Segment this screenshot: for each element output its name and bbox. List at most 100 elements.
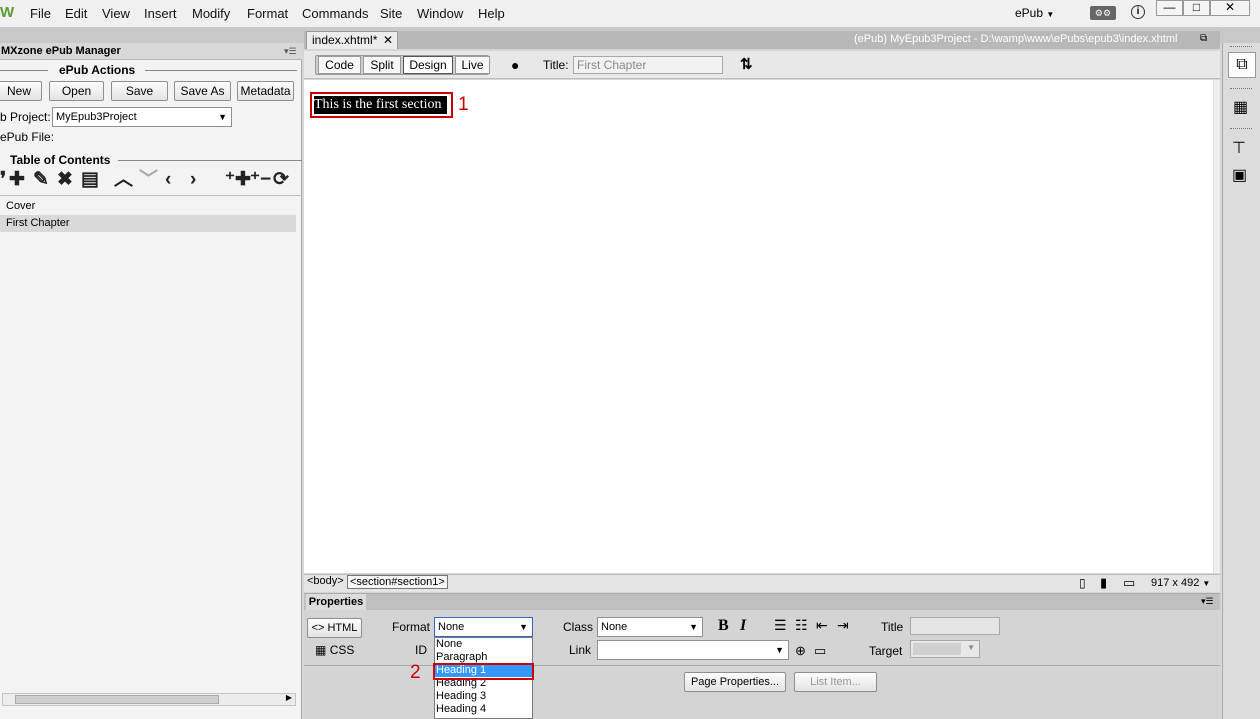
- info-icon[interactable]: i: [1131, 5, 1145, 19]
- save-button[interactable]: Save: [111, 81, 168, 101]
- mobile-size-icon[interactable]: ▯: [1079, 576, 1086, 590]
- minimize-button[interactable]: —: [1156, 0, 1183, 16]
- menu-commands[interactable]: Commands: [302, 6, 368, 21]
- format-option-heading-4[interactable]: Heading 4: [435, 703, 532, 716]
- list-item-button[interactable]: List Item...: [794, 672, 877, 692]
- menu-window[interactable]: Window: [417, 6, 463, 21]
- horizontal-scrollbar[interactable]: ▶: [2, 693, 296, 706]
- design-view-button[interactable]: Design: [403, 56, 453, 74]
- open-button[interactable]: Open: [49, 81, 104, 101]
- assets-briefcase-icon[interactable]: ▣: [1232, 165, 1247, 185]
- italic-button[interactable]: I: [740, 617, 746, 635]
- menu-view[interactable]: View: [102, 6, 130, 21]
- menu-modify[interactable]: Modify: [192, 6, 230, 21]
- tablet-size-icon[interactable]: ▮: [1100, 575, 1107, 591]
- annotation-box-2: [433, 663, 534, 680]
- files-tree-icon[interactable]: ⊤: [1232, 138, 1246, 158]
- remove-icon[interactable]: ⁺−: [250, 170, 271, 190]
- scrollbar-thumb[interactable]: [15, 695, 219, 704]
- split-view-button[interactable]: Split: [363, 56, 401, 74]
- selected-section-text[interactable]: This is the first section: [314, 96, 447, 114]
- title-prop-label: Title: [881, 620, 904, 634]
- refresh-icon[interactable]: ⟳: [273, 170, 289, 190]
- workspace-switcher[interactable]: ePub ▼: [1015, 6, 1054, 20]
- project-select[interactable]: MyEpub3Project ▼: [52, 107, 232, 127]
- css-mode-button[interactable]: ▦ CSS: [315, 643, 354, 657]
- unordered-list-icon[interactable]: ☰: [774, 617, 787, 634]
- folder-icon[interactable]: ▭: [814, 643, 826, 659]
- code-view-button[interactable]: Code: [318, 56, 361, 74]
- bold-button[interactable]: B: [718, 617, 729, 635]
- tab-index-xhtml[interactable]: index.xhtml* ✕: [306, 31, 398, 49]
- epub-manager-panel: [0, 43, 302, 719]
- code-icon: <>: [311, 622, 325, 634]
- ordered-list-icon[interactable]: ☷: [795, 617, 808, 634]
- restore-doc-icon[interactable]: ⧉: [1200, 33, 1207, 44]
- chevron-left-icon[interactable]: ‹: [165, 170, 171, 190]
- menu-insert[interactable]: Insert: [144, 6, 177, 21]
- html-mode-button[interactable]: <> HTML: [307, 618, 362, 638]
- chevron-down-icon: ▼: [1046, 10, 1055, 19]
- link-input[interactable]: ▼: [597, 640, 789, 660]
- target-label: Target: [869, 644, 903, 658]
- annotation-number-2: 2: [410, 662, 421, 683]
- title-input[interactable]: First Chapter: [573, 56, 723, 74]
- menu-format[interactable]: Format: [247, 6, 288, 21]
- annotation-number-1: 1: [458, 94, 469, 115]
- add-child-icon[interactable]: ⁺✚: [225, 170, 251, 190]
- sync-settings-icon[interactable]: ⚙⚙: [1090, 6, 1116, 20]
- window-size-text: 917 x 492: [1151, 577, 1200, 589]
- live-view-button[interactable]: Live: [455, 56, 490, 74]
- class-label: Class: [563, 620, 594, 634]
- toc-item-first-chapter[interactable]: First Chapter: [0, 215, 296, 232]
- menu-file[interactable]: File: [30, 6, 51, 21]
- chevron-down-icon: ▼: [689, 622, 698, 632]
- close-window-button[interactable]: ✕: [1210, 0, 1250, 16]
- properties-menu-icon[interactable]: ▾☰: [1201, 596, 1214, 607]
- menu-help[interactable]: Help: [478, 6, 505, 21]
- chevron-up-icon[interactable]: ︿: [114, 170, 133, 190]
- insert-panel-icon[interactable]: ⧉: [1228, 52, 1256, 78]
- metadata-button[interactable]: Metadata: [237, 81, 294, 101]
- target-select[interactable]: ▼: [910, 640, 980, 658]
- outdent-icon[interactable]: ⇤: [816, 617, 828, 634]
- title-prop-input[interactable]: [910, 617, 1000, 635]
- format-option-none[interactable]: None: [435, 638, 532, 651]
- delete-icon[interactable]: ✖: [57, 170, 73, 190]
- panel-menu-icon[interactable]: ▾☰: [284, 46, 297, 57]
- vertical-scrollbar[interactable]: [1213, 80, 1220, 573]
- indent-icon[interactable]: ⇥: [837, 617, 849, 634]
- chevron-right-icon[interactable]: ›: [190, 170, 196, 190]
- window-size[interactable]: 917 x 492 ▼: [1151, 577, 1210, 589]
- browser-preview-icon[interactable]: ●: [511, 57, 519, 73]
- toc-partial-icon[interactable]: ❜: [0, 170, 6, 190]
- pencil-icon[interactable]: ✎: [33, 170, 49, 190]
- save-as-button[interactable]: Save As: [174, 81, 231, 101]
- new-button[interactable]: New: [0, 81, 42, 101]
- file-management-icon[interactable]: ⇅: [740, 55, 753, 73]
- title-label: Title:: [543, 58, 569, 72]
- desktop-size-icon[interactable]: ▭: [1123, 575, 1135, 591]
- menu-edit[interactable]: Edit: [65, 6, 87, 21]
- menu-site[interactable]: Site: [380, 6, 402, 21]
- point-to-file-icon[interactable]: ⊕: [795, 643, 806, 659]
- design-view[interactable]: [304, 80, 1220, 573]
- toc-item-cover[interactable]: Cover: [0, 198, 296, 215]
- class-select[interactable]: None ▼: [597, 617, 703, 637]
- tag-selector-section[interactable]: <section#section1>: [347, 575, 448, 589]
- tag-selector-body[interactable]: <body>: [305, 575, 346, 589]
- css-designer-icon[interactable]: ▦: [1233, 97, 1248, 117]
- maximize-button[interactable]: □: [1183, 0, 1210, 16]
- css-icon: ▦: [315, 643, 327, 657]
- epub-file-label: ePub File:: [0, 130, 55, 144]
- project-select-value: MyEpub3Project: [56, 111, 137, 123]
- format-option-heading-3[interactable]: Heading 3: [435, 690, 532, 703]
- scroll-right-icon[interactable]: ▶: [286, 693, 292, 702]
- format-select[interactable]: None ▼: [434, 617, 533, 637]
- clipboard-icon[interactable]: ▤: [81, 170, 99, 190]
- close-tab-icon[interactable]: ✕: [383, 32, 393, 48]
- tab-properties[interactable]: Properties: [306, 594, 366, 610]
- add-icon[interactable]: ✚: [9, 170, 25, 190]
- workspace-label: ePub: [1015, 6, 1044, 20]
- page-properties-button[interactable]: Page Properties...: [684, 672, 786, 692]
